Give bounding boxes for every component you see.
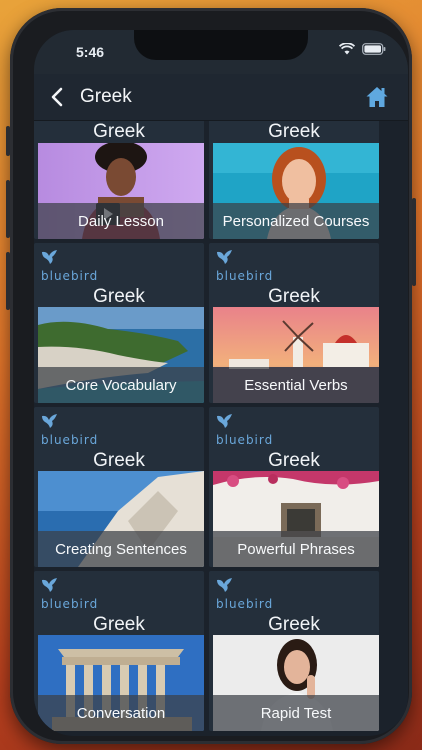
battery-icon (362, 43, 386, 55)
logo-text: bluebird (216, 597, 274, 611)
card-caption: Conversation (38, 695, 204, 731)
course-card-core-vocabulary[interactable]: bluebird Greek Core Vocabulary (34, 243, 204, 403)
course-card-personalized-courses[interactable]: Greek Personalized Courses (209, 121, 379, 239)
card-caption: Essential Verbs (213, 367, 379, 403)
chevron-left-icon[interactable] (46, 85, 70, 109)
card-thumbnail: Conversation (38, 635, 204, 731)
wifi-icon (339, 43, 355, 55)
bluebird-logo: bluebird (216, 577, 272, 611)
logo-text: bluebird (41, 597, 99, 611)
navigation-bar: Greek (34, 74, 408, 121)
card-language: Greek (268, 286, 320, 307)
course-card-conversation[interactable]: bluebird Greek Conversation (34, 571, 204, 731)
card-language: Greek (93, 286, 145, 307)
bluebird-icon (42, 578, 57, 592)
status-time: 5:46 (76, 44, 105, 60)
card-language: Greek (268, 450, 320, 471)
bluebird-logo: bluebird (216, 249, 272, 283)
course-card-rapid-test[interactable]: bluebird Greek Rapid Test (209, 571, 379, 731)
course-card-creating-sentences[interactable]: bluebird Greek Creating Sentences (34, 407, 204, 567)
bluebird-icon (42, 250, 57, 264)
card-thumbnail: Daily Lesson (38, 143, 204, 239)
course-card-essential-verbs[interactable]: bluebird Greek Essential Verbs (209, 243, 379, 403)
card-language: Greek (93, 614, 145, 635)
card-thumbnail: Rapid Test (213, 635, 379, 731)
bluebird-logo: bluebird (41, 249, 97, 283)
bluebird-logo: bluebird (41, 413, 97, 447)
mute-switch (6, 126, 10, 156)
card-language: Greek (93, 121, 145, 142)
logo-text: bluebird (216, 269, 274, 283)
card-caption: Creating Sentences (38, 531, 204, 567)
card-caption: Rapid Test (213, 695, 379, 731)
card-caption: Powerful Phrases (213, 531, 379, 567)
card-thumbnail: Essential Verbs (213, 307, 379, 403)
bluebird-icon (42, 414, 57, 428)
bluebird-logo: bluebird (41, 577, 97, 611)
bluebird-icon (217, 578, 232, 592)
card-language: Greek (268, 121, 320, 142)
page-title: Greek (80, 86, 132, 107)
app-screen: 5:46 Greek Greek Daily Lesson Greek Pers… (34, 30, 408, 736)
card-thumbnail: Personalized Courses (213, 143, 379, 239)
card-language: Greek (268, 614, 320, 635)
home-icon[interactable] (364, 84, 390, 110)
status-icons (339, 43, 386, 55)
card-caption: Core Vocabulary (38, 367, 204, 403)
course-card-powerful-phrases[interactable]: bluebird Greek Powerful Phrases (209, 407, 379, 567)
card-thumbnail: Creating Sentences (38, 471, 204, 567)
course-card-daily-lesson[interactable]: Greek Daily Lesson (34, 121, 204, 239)
bluebird-icon (217, 250, 232, 264)
logo-text: bluebird (41, 269, 99, 283)
volume-up-button (6, 180, 10, 238)
bluebird-logo: bluebird (216, 413, 272, 447)
logo-text: bluebird (41, 433, 99, 447)
logo-text: bluebird (216, 433, 274, 447)
card-thumbnail: Powerful Phrases (213, 471, 379, 567)
phone-frame: 5:46 Greek Greek Daily Lesson Greek Pers… (6, 8, 416, 744)
card-language: Greek (93, 450, 145, 471)
card-caption: Personalized Courses (213, 203, 379, 239)
volume-down-button (6, 252, 10, 310)
camera-notch (134, 30, 308, 60)
card-caption: Daily Lesson (38, 203, 204, 239)
bluebird-icon (217, 414, 232, 428)
course-grid: Greek Daily Lesson Greek Personalized Co… (34, 121, 408, 736)
card-thumbnail: Core Vocabulary (38, 307, 204, 403)
power-button (412, 198, 416, 286)
